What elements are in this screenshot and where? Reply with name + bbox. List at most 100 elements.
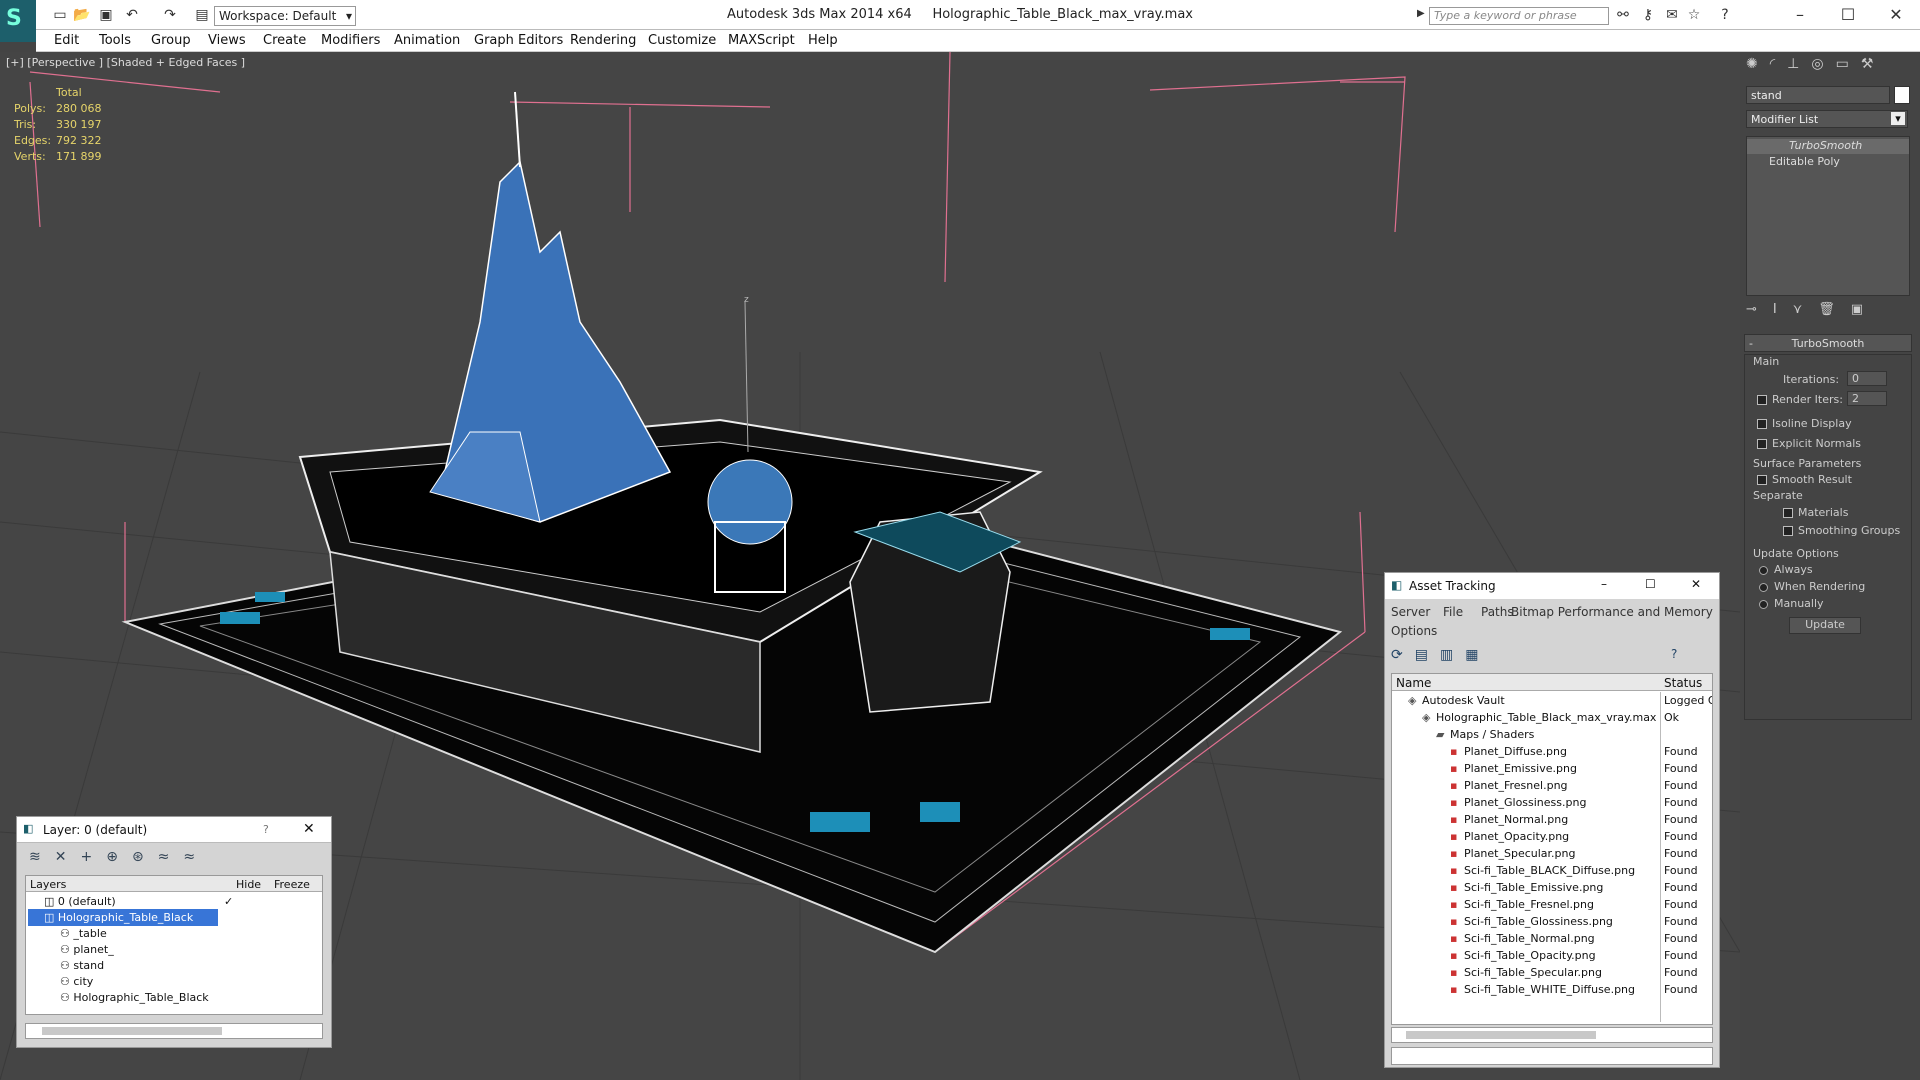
name-column-header[interactable]: Name <box>1396 676 1431 690</box>
render-iters-spinner[interactable]: 2 <box>1847 391 1887 406</box>
asset-row[interactable]: ▪ Sci-fi_Table_Normal.png Found <box>1392 930 1712 947</box>
render-iters-checkbox[interactable] <box>1757 395 1767 405</box>
isoline-display-row[interactable]: Isoline Display <box>1757 417 1852 430</box>
asset-row[interactable]: ▪ Planet_Glossiness.png Found <box>1392 794 1712 811</box>
asset-toolbar[interactable]: ⟳▤▥▦ <box>1391 647 1490 663</box>
asset-menu-server[interactable]: Server <box>1391 605 1430 619</box>
layer-close-button[interactable]: ✕ <box>303 821 315 837</box>
layers-column-header[interactable]: Layers <box>30 878 66 891</box>
display-tab-icon[interactable]: ▭ <box>1836 56 1861 72</box>
object-name-field[interactable]: stand <box>1746 86 1890 104</box>
asset-menu-options[interactable]: Options <box>1391 624 1437 638</box>
asset-row[interactable]: ▪ Sci-fi_Table_Emissive.png Found <box>1392 879 1712 896</box>
smoothing-groups-checkbox[interactable] <box>1783 526 1793 536</box>
asset-row[interactable]: ◈ Autodesk Vault Logged O <box>1392 692 1712 709</box>
explicit-normals-checkbox[interactable] <box>1757 439 1767 449</box>
menu-rendering[interactable]: Rendering <box>570 33 636 48</box>
asset-menu-file[interactable]: File <box>1443 605 1463 619</box>
freeze-all-icon[interactable]: ≈ <box>183 849 209 865</box>
layer-horizontal-scrollbar[interactable] <box>25 1023 323 1039</box>
close-icon[interactable]: ✕ <box>1874 2 1918 28</box>
help-icon[interactable]: ? <box>1715 6 1735 24</box>
table-view-icon[interactable]: ▦ <box>1465 647 1490 663</box>
remove-modifier-icon[interactable]: 🗑 <box>1818 302 1851 317</box>
asset-row[interactable]: ▪ Planet_Fresnel.png Found <box>1392 777 1712 794</box>
utilities-tab-icon[interactable]: ⚒ <box>1861 56 1886 72</box>
add-to-layer-icon[interactable]: + <box>80 849 106 865</box>
status-column-header[interactable]: Status <box>1664 676 1702 690</box>
asset-close-icon[interactable]: ✕ <box>1691 577 1701 591</box>
highlight-layer-icon[interactable]: ⊛ <box>132 849 158 865</box>
menu-edit[interactable]: Edit <box>54 33 79 48</box>
always-radio[interactable] <box>1759 565 1768 575</box>
asset-row[interactable]: ▪ Planet_Opacity.png Found <box>1392 828 1712 845</box>
layer-object-row[interactable]: ⚇ planet_ <box>60 941 114 958</box>
create-tab-icon[interactable]: ✺ <box>1746 56 1770 72</box>
modify-tab-icon[interactable]: ◜ <box>1770 56 1787 72</box>
asset-path-field[interactable] <box>1391 1047 1713 1065</box>
asset-row[interactable]: ▪ Planet_Diffuse.png Found <box>1392 743 1712 760</box>
layer-row[interactable]: ◫ 0 (default) ✓ <box>44 893 233 910</box>
search-input[interactable]: Type a keyword or phrase <box>1429 7 1609 25</box>
menu-customize[interactable]: Customize <box>648 33 716 48</box>
asset-menu-paths[interactable]: Paths <box>1481 605 1514 619</box>
project-folder-icon[interactable]: ▤ <box>192 6 212 24</box>
layer-object-row[interactable]: ⚇ city <box>60 973 93 990</box>
layer-toolbar[interactable]: ≋✕+⊕⊛≈≈ <box>29 849 209 865</box>
show-end-result-icon[interactable]: Ⅰ <box>1773 302 1793 317</box>
pin-stack-icon[interactable]: ⊸ <box>1746 302 1773 317</box>
object-color-swatch[interactable] <box>1894 86 1910 104</box>
asset-row[interactable]: ▪ Planet_Normal.png Found <box>1392 811 1712 828</box>
asset-title-bar[interactable]: ◧ Asset Tracking – ☐ ✕ <box>1385 573 1719 599</box>
tree-view-icon[interactable]: ▥ <box>1440 647 1465 663</box>
layer-title-bar[interactable]: ◧ Layer: 0 (default) ? ✕ <box>17 817 331 843</box>
layer-object-row[interactable]: ⚇ Holographic_Table_Black <box>60 989 209 1006</box>
asset-row[interactable]: ▰ Maps / Shaders <box>1392 726 1712 743</box>
asset-help-icon[interactable]: ? <box>1671 647 1677 661</box>
freeze-column-header[interactable]: Freeze <box>274 878 310 891</box>
asset-row[interactable]: ▪ Planet_Specular.png Found <box>1392 845 1712 862</box>
layer-object-row[interactable]: ⚇ stand <box>60 957 104 974</box>
layer-explorer-window[interactable]: ◧ Layer: 0 (default) ? ✕ ≋✕+⊕⊛≈≈ Layers … <box>16 816 332 1048</box>
viewport-label[interactable]: [+] [Perspective ] [Shaded + Edged Faces… <box>6 56 245 69</box>
binoculars-icon[interactable]: ⚯ <box>1613 6 1633 24</box>
menu-group[interactable]: Group <box>151 33 191 48</box>
render-iters-row[interactable]: Render Iters: <box>1757 393 1843 406</box>
layer-object-row[interactable]: ⚇ _table <box>60 925 107 942</box>
create-layer-icon[interactable]: ≋ <box>29 849 55 865</box>
save-icon[interactable]: ▣ <box>96 6 116 24</box>
asset-tracking-window[interactable]: ◧ Asset Tracking – ☐ ✕ Server File Paths… <box>1384 572 1720 1068</box>
minimize-icon[interactable]: – <box>1778 2 1822 28</box>
manually-radio[interactable] <box>1759 599 1768 609</box>
search-expand-icon[interactable]: ▶ <box>1417 8 1425 19</box>
iterations-spinner[interactable]: 0 <box>1847 371 1887 386</box>
smooth-result-checkbox[interactable] <box>1757 475 1767 485</box>
menu-help[interactable]: Help <box>808 33 838 48</box>
layer-help-button[interactable]: ? <box>263 823 269 836</box>
menu-views[interactable]: Views <box>208 33 246 48</box>
asset-maximize-icon[interactable]: ☐ <box>1645 577 1656 591</box>
stack-item-editable-poly[interactable]: Editable Poly <box>1747 155 1909 170</box>
always-radio-row[interactable]: Always <box>1759 563 1813 576</box>
menu-modifiers[interactable]: Modifiers <box>321 33 380 48</box>
motion-tab-icon[interactable]: ◎ <box>1811 56 1835 72</box>
new-file-icon[interactable]: ▭ <box>50 6 70 24</box>
hierarchy-tab-icon[interactable]: ⊥ <box>1787 56 1811 72</box>
menu-tools[interactable]: Tools <box>99 33 131 48</box>
refresh-icon[interactable]: ⟳ <box>1391 647 1415 663</box>
app-logo-icon[interactable]: S <box>0 0 36 42</box>
materials-row[interactable]: Materials <box>1783 506 1848 519</box>
list-view-icon[interactable]: ▤ <box>1415 647 1440 663</box>
open-file-icon[interactable]: 📂 <box>72 6 92 24</box>
when-rendering-radio[interactable] <box>1759 582 1768 592</box>
isoline-checkbox[interactable] <box>1757 419 1767 429</box>
delete-layer-icon[interactable]: ✕ <box>55 849 81 865</box>
when-rendering-radio-row[interactable]: When Rendering <box>1759 580 1865 593</box>
stack-item-turbosmooth[interactable]: TurboSmooth <box>1747 139 1909 154</box>
smoothing-groups-row[interactable]: Smoothing Groups <box>1783 524 1900 537</box>
asset-minimize-icon[interactable]: – <box>1601 577 1607 591</box>
command-panel-tabs[interactable]: ✺◜⊥◎▭⚒ <box>1746 56 1885 72</box>
smooth-result-row[interactable]: Smooth Result <box>1757 473 1852 486</box>
configure-sets-icon[interactable]: ▣ <box>1851 302 1879 317</box>
menu-animation[interactable]: Animation <box>394 33 460 48</box>
